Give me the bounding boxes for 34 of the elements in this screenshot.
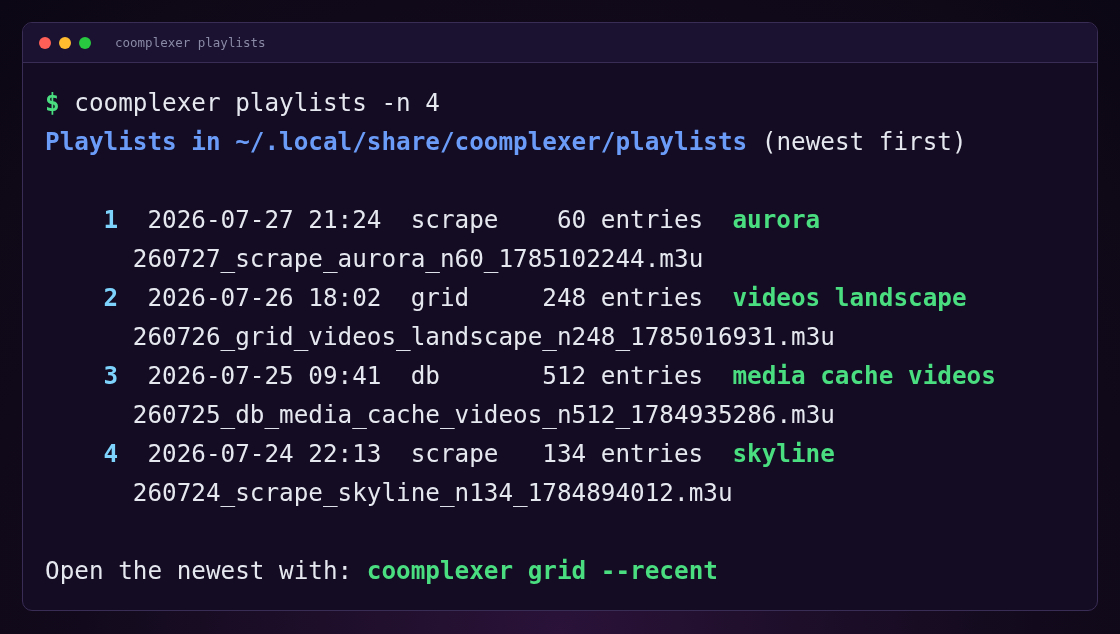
playlist-source: scrape	[410, 438, 500, 470]
playlist-date: 2026-07-26 18:02	[147, 282, 383, 314]
entry-count: 60 entries	[555, 204, 704, 236]
playlist-filename: 260726_grid_videos_landscape_n248_1785016931.m3u	[132, 321, 835, 353]
playlist-label: skyline	[732, 438, 835, 470]
playlist-label: media cache videos	[732, 360, 996, 392]
playlist-date: 2026-07-25 09:41	[147, 360, 383, 392]
footer-command: coomplexer grid --recent	[366, 555, 718, 587]
minimize-dot[interactable]	[59, 36, 71, 49]
heading-path: Playlists in ~/.local/share/coomplexer/playlists	[45, 126, 748, 158]
playlist-source: grid	[410, 282, 471, 314]
playlist-index: 4	[103, 438, 120, 470]
window-title: coomplexer playlists	[115, 35, 266, 50]
playlist-index: 1	[103, 204, 120, 236]
playlist-filename: 260725_db_media_cache_videos_n512_1784935286.m3u	[132, 399, 835, 431]
entry-count: 134 entries	[541, 438, 704, 470]
playlist-index: 2	[103, 282, 120, 314]
command-text: coomplexer playlists -n 4	[74, 87, 440, 119]
heading-note: (newest first)	[761, 126, 967, 158]
playlist-source: db	[410, 360, 441, 392]
playlist-date: 2026-07-24 22:13	[147, 438, 383, 470]
playlist-label: aurora	[732, 204, 821, 236]
playlist-label: videos landscape	[732, 282, 967, 314]
playlist-date: 2026-07-27 21:24	[147, 204, 383, 236]
playlist-source: scrape	[410, 204, 500, 236]
playlist-index: 3	[103, 360, 120, 392]
entry-count: 248 entries	[541, 282, 704, 314]
close-dot[interactable]	[39, 36, 51, 49]
playlist-filename: 260727_scrape_aurora_n60_1785102244.m3u	[132, 243, 704, 275]
playlist-filename: 260724_scrape_skyline_n134_1784894012.m3u	[132, 477, 733, 509]
prompt-symbol: $	[45, 87, 60, 119]
maximize-dot[interactable]	[79, 36, 91, 49]
footer-text: Open the newest with:	[45, 555, 353, 587]
entry-count: 512 entries	[541, 360, 704, 392]
